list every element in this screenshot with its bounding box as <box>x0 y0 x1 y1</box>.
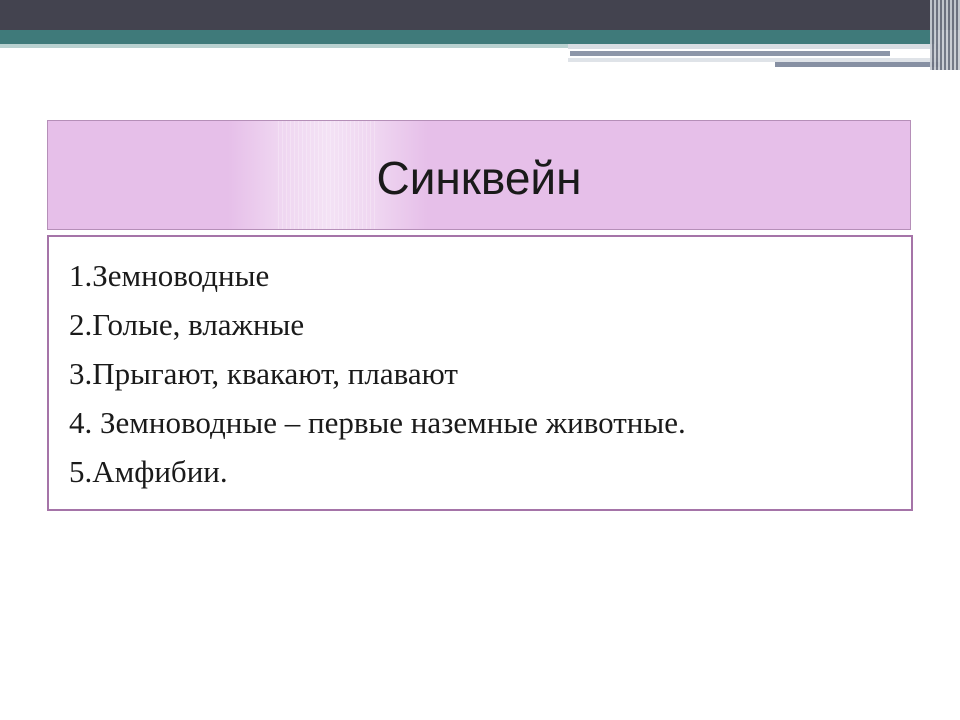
grey-decorative-strip <box>570 51 890 56</box>
list-item: 5.Амфибии. <box>69 454 228 489</box>
teal-decorative-band <box>0 30 935 44</box>
corner-stripes-decoration <box>930 0 960 70</box>
grey-decorative-strip <box>568 44 940 49</box>
list-item: 4. Земноводные – первые наземные животны… <box>69 405 686 440</box>
slide-title: Синквейн <box>376 152 582 204</box>
list-item: 2.Голые, влажные <box>69 307 305 342</box>
list-item: 1.Земноводные <box>69 258 270 293</box>
top-decorative-band <box>0 0 960 30</box>
grey-decorative-strip <box>775 62 940 67</box>
list-item: 3.Прыгают, квакают, плавают <box>69 356 458 391</box>
content-list: 1.Земноводные 2.Голые, влажные 3.Прыгают… <box>69 251 911 496</box>
slide-content-box: 1.Земноводные 2.Голые, влажные 3.Прыгают… <box>47 235 913 511</box>
teal-decorative-band-light <box>0 44 570 48</box>
slide-title-box: Синквейн <box>47 120 911 230</box>
